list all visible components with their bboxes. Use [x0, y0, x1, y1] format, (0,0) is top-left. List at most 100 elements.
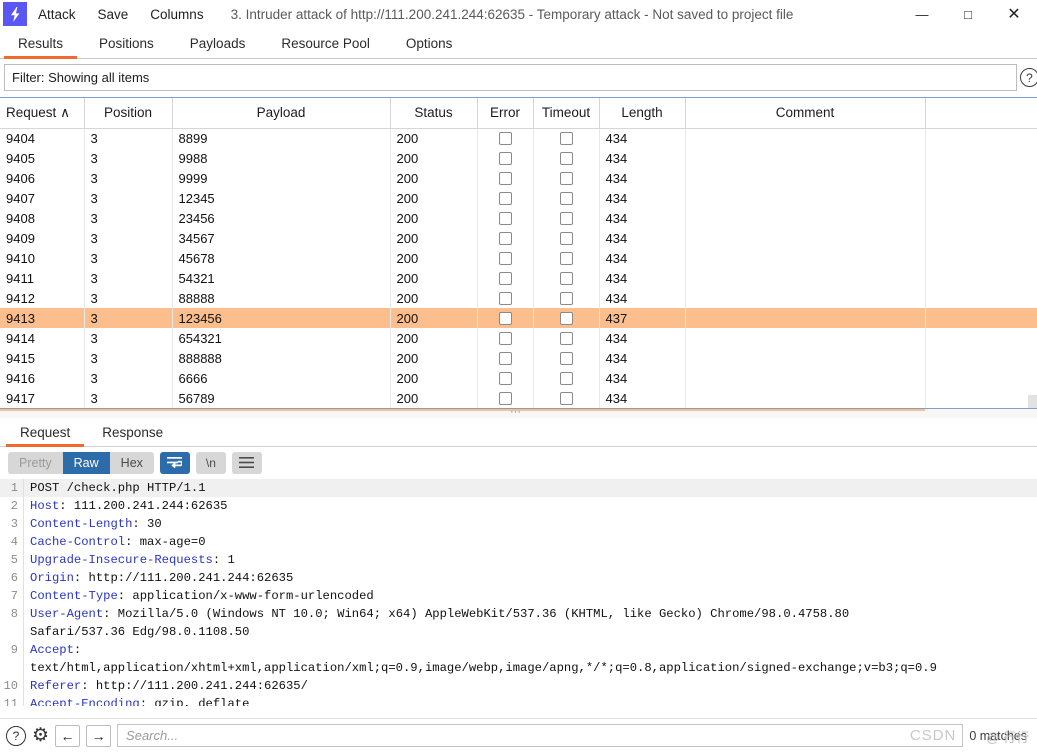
splitter-grip-icon[interactable]: ⋯ — [510, 407, 522, 418]
timeout-checkbox[interactable] — [559, 131, 573, 145]
tab-payloads[interactable]: Payloads — [172, 28, 264, 58]
error-checkbox[interactable] — [498, 391, 512, 405]
timeout-checkbox[interactable] — [559, 211, 573, 225]
table-row[interactable]: 9416 3 6666 200 434 — [0, 368, 1037, 388]
request-viewer[interactable]: 1 POST /check.php HTTP/1.1 2 Host: 111.200.… — [0, 478, 1037, 706]
error-checkbox[interactable] — [498, 291, 512, 305]
timeout-checkbox[interactable] — [559, 151, 573, 165]
results-table-region[interactable]: Request ∧ Position Payload Status Error … — [0, 97, 1037, 409]
table-row[interactable]: 9415 3 888888 200 434 — [0, 348, 1037, 368]
back-button[interactable]: ← — [55, 724, 81, 747]
tab-positions[interactable]: Positions — [81, 28, 172, 58]
table-row[interactable]: 9411 3 54321 200 434 — [0, 268, 1037, 288]
table-row[interactable]: 9404 3 8899 200 434 — [0, 128, 1037, 148]
table-row[interactable]: 9413 3 123456 200 437 — [0, 308, 1037, 328]
column-header-error[interactable]: Error — [477, 98, 534, 129]
column-header-timeout[interactable]: Timeout — [533, 98, 600, 129]
column-header-position[interactable]: Position — [84, 98, 173, 129]
table-row[interactable]: 9405 3 9988 200 434 — [0, 148, 1037, 168]
error-checkbox[interactable] — [498, 231, 512, 245]
error-checkbox[interactable] — [498, 151, 512, 165]
cell-length: 434 — [599, 168, 686, 188]
code-text: Accept-Encoding: gzip, deflate — [24, 695, 249, 706]
pretty-button[interactable]: Pretty — [8, 451, 63, 474]
forward-button[interactable]: → — [86, 724, 112, 747]
timeout-checkbox[interactable] — [559, 271, 573, 285]
raw-button[interactable]: Raw — [62, 451, 110, 474]
cell-request: 9413 — [0, 308, 85, 328]
pane-splitter[interactable]: ⋯ — [0, 407, 1037, 418]
help-icon[interactable]: ? — [1020, 68, 1037, 87]
editor-toolbar: Pretty Raw Hex \n — [0, 447, 1037, 478]
cell-timeout — [533, 168, 600, 188]
header-name: Accept-Encoding — [30, 697, 140, 706]
error-checkbox[interactable] — [498, 131, 512, 145]
column-header-payload[interactable]: Payload — [172, 98, 391, 129]
column-header-comment[interactable]: Comment — [685, 98, 926, 129]
code-text: text/html,application/xhtml+xml,applicat… — [30, 661, 937, 675]
timeout-checkbox[interactable] — [559, 171, 573, 185]
minimize-button[interactable]: — — [899, 0, 945, 28]
error-checkbox[interactable] — [498, 271, 512, 285]
error-checkbox[interactable] — [498, 331, 512, 345]
menu-save[interactable]: Save — [87, 3, 140, 26]
line-number: 2 — [0, 497, 24, 515]
timeout-checkbox[interactable] — [559, 371, 573, 385]
tab-request[interactable]: Request — [4, 418, 86, 447]
close-button[interactable]: ✕ — [991, 0, 1037, 28]
timeout-checkbox[interactable] — [559, 351, 573, 365]
tab-options[interactable]: Options — [388, 28, 471, 58]
timeout-checkbox[interactable] — [559, 331, 573, 345]
table-row[interactable]: 9408 3 23456 200 434 — [0, 208, 1037, 228]
gear-icon[interactable]: ⚙ — [32, 726, 49, 745]
timeout-checkbox[interactable] — [559, 311, 573, 325]
cell-payload: 8899 — [172, 128, 391, 148]
header-name: Accept — [30, 643, 74, 657]
horizontal-scrollbar-thumb[interactable] — [1028, 395, 1037, 408]
search-input[interactable]: Search... CSDN — [117, 724, 964, 747]
filter-bar[interactable]: Filter: Showing all items — [4, 64, 1017, 91]
newline-toggle-icon[interactable]: \n — [195, 451, 226, 474]
table-row[interactable]: 9414 3 654321 200 434 — [0, 328, 1037, 348]
hex-button[interactable]: Hex — [109, 451, 154, 474]
error-checkbox[interactable] — [498, 171, 512, 185]
cell-length: 437 — [599, 308, 686, 328]
timeout-checkbox[interactable] — [559, 231, 573, 245]
table-row[interactable]: 9407 3 12345 200 434 — [0, 188, 1037, 208]
timeout-checkbox[interactable] — [559, 391, 573, 405]
menu-attack[interactable]: Attack — [27, 3, 87, 26]
tab-resource-pool[interactable]: Resource Pool — [263, 28, 388, 58]
column-header-request[interactable]: Request ∧ — [0, 98, 85, 129]
cell-extra — [925, 148, 1037, 168]
table-row[interactable]: 9410 3 45678 200 434 — [0, 248, 1037, 268]
table-row[interactable]: 9406 3 9999 200 434 — [0, 168, 1037, 188]
header-value: : gzip, deflate — [139, 697, 250, 706]
help-icon[interactable]: ? — [6, 725, 26, 746]
code-line: Safari/537.36 Edg/98.0.1108.50 — [0, 623, 1037, 641]
cell-request: 9409 — [0, 228, 85, 248]
timeout-checkbox[interactable] — [559, 291, 573, 305]
error-checkbox[interactable] — [498, 311, 512, 325]
timeout-checkbox[interactable] — [559, 251, 573, 265]
maximize-button[interactable]: □ — [945, 0, 991, 28]
error-checkbox[interactable] — [498, 251, 512, 265]
error-checkbox[interactable] — [498, 211, 512, 225]
column-header-status[interactable]: Status — [390, 98, 478, 129]
line-number: 4 — [0, 533, 24, 551]
cell-error — [477, 348, 534, 368]
error-checkbox[interactable] — [498, 191, 512, 205]
error-checkbox[interactable] — [498, 351, 512, 365]
timeout-checkbox[interactable] — [559, 191, 573, 205]
table-row[interactable]: 9409 3 34567 200 434 — [0, 228, 1037, 248]
hamburger-menu-icon[interactable] — [231, 451, 262, 474]
tab-response[interactable]: Response — [86, 418, 179, 446]
table-row[interactable]: 9417 3 56789 200 434 — [0, 388, 1037, 408]
word-wrap-icon[interactable] — [159, 451, 190, 474]
table-row[interactable]: 9412 3 88888 200 434 — [0, 288, 1037, 308]
column-header-length[interactable]: Length — [599, 98, 686, 129]
menu-columns[interactable]: Columns — [139, 3, 214, 26]
error-checkbox[interactable] — [498, 371, 512, 385]
cell-length: 434 — [599, 368, 686, 388]
column-header-extra[interactable] — [925, 98, 1037, 129]
tab-results[interactable]: Results — [0, 28, 81, 59]
